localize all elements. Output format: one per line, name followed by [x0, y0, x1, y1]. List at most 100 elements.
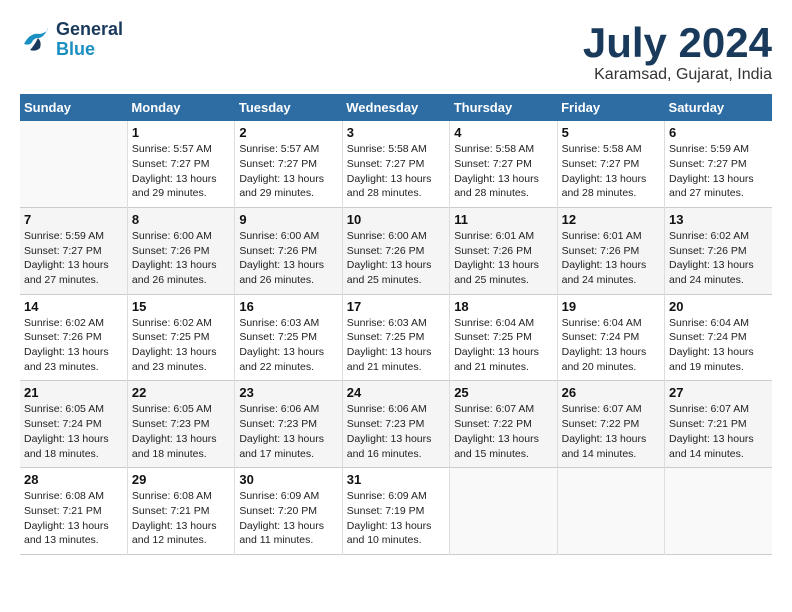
- month-title: July 2024: [583, 20, 772, 66]
- day-number: 14: [24, 299, 123, 314]
- calendar-cell: 28 Sunrise: 6:08 AM Sunset: 7:21 PM Dayli…: [20, 468, 127, 555]
- day-info: Sunrise: 5:58 AM Sunset: 7:27 PM Dayligh…: [347, 142, 445, 201]
- day-info: Sunrise: 6:08 AM Sunset: 7:21 PM Dayligh…: [132, 489, 230, 548]
- calendar-cell: 7 Sunrise: 5:59 AM Sunset: 7:27 PM Daylig…: [20, 207, 127, 294]
- calendar-cell: 2Sunrise: 5:57 AM Sunset: 7:27 PM Daylig…: [235, 121, 342, 207]
- day-number: 26: [562, 385, 660, 400]
- day-number: 28: [24, 472, 123, 487]
- calendar-day-header: Friday: [557, 94, 664, 121]
- day-number: 21: [24, 385, 123, 400]
- day-info: Sunrise: 6:01 AM Sunset: 7:26 PM Dayligh…: [562, 229, 660, 288]
- day-number: 31: [347, 472, 445, 487]
- day-info: Sunrise: 6:01 AM Sunset: 7:26 PM Dayligh…: [454, 229, 552, 288]
- calendar-table: SundayMondayTuesdayWednesdayThursdayFrid…: [20, 94, 772, 555]
- calendar-week-row: 21 Sunrise: 6:05 AM Sunset: 7:24 PM Dayli…: [20, 381, 772, 468]
- day-info: Sunrise: 6:00 AM Sunset: 7:26 PM Dayligh…: [239, 229, 337, 288]
- day-number: 12: [562, 212, 660, 227]
- day-info: Sunrise: 6:06 AM Sunset: 7:23 PM Dayligh…: [347, 402, 445, 461]
- day-number: 16: [239, 299, 337, 314]
- day-number: 23: [239, 385, 337, 400]
- day-info: Sunrise: 6:05 AM Sunset: 7:24 PM Dayligh…: [24, 402, 123, 461]
- day-info: Sunrise: 6:04 AM Sunset: 7:24 PM Dayligh…: [562, 316, 660, 375]
- calendar-week-row: 28 Sunrise: 6:08 AM Sunset: 7:21 PM Dayli…: [20, 468, 772, 555]
- day-number: 19: [562, 299, 660, 314]
- calendar-cell: [20, 121, 127, 207]
- day-info: Sunrise: 6:02 AM Sunset: 7:26 PM Dayligh…: [24, 316, 123, 375]
- calendar-cell: 16Sunrise: 6:03 AM Sunset: 7:25 PM Dayli…: [235, 294, 342, 381]
- calendar-cell: 11 Sunrise: 6:01 AM Sunset: 7:26 PM Dayli…: [450, 207, 557, 294]
- calendar-cell: 13 Sunrise: 6:02 AM Sunset: 7:26 PM Dayli…: [665, 207, 772, 294]
- day-number: 29: [132, 472, 230, 487]
- calendar-day-header: Wednesday: [342, 94, 449, 121]
- calendar-cell: 15 Sunrise: 6:02 AM Sunset: 7:25 PM Dayli…: [127, 294, 234, 381]
- day-number: 6: [669, 125, 768, 140]
- calendar-cell: 10 Sunrise: 6:00 AM Sunset: 7:26 PM Dayli…: [342, 207, 449, 294]
- calendar-header-row: SundayMondayTuesdayWednesdayThursdayFrid…: [20, 94, 772, 121]
- day-number: 7: [24, 212, 123, 227]
- day-info: Sunrise: 6:02 AM Sunset: 7:26 PM Dayligh…: [669, 229, 768, 288]
- calendar-day-header: Monday: [127, 94, 234, 121]
- calendar-cell: 5Sunrise: 5:58 AM Sunset: 7:27 PM Daylig…: [557, 121, 664, 207]
- day-info: Sunrise: 6:09 AM Sunset: 7:19 PM Dayligh…: [347, 489, 445, 548]
- calendar-cell: 29 Sunrise: 6:08 AM Sunset: 7:21 PM Dayli…: [127, 468, 234, 555]
- day-info: Sunrise: 6:06 AM Sunset: 7:23 PM Dayligh…: [239, 402, 337, 461]
- page-header: General Blue July 2024 Karamsad, Gujarat…: [20, 20, 772, 84]
- day-number: 8: [132, 212, 230, 227]
- day-number: 15: [132, 299, 230, 314]
- calendar-cell: 21 Sunrise: 6:05 AM Sunset: 7:24 PM Dayli…: [20, 381, 127, 468]
- calendar-cell: 20 Sunrise: 6:04 AM Sunset: 7:24 PM Dayli…: [665, 294, 772, 381]
- logo-text: General Blue: [56, 20, 123, 60]
- day-info: Sunrise: 6:08 AM Sunset: 7:21 PM Dayligh…: [24, 489, 123, 548]
- day-number: 4: [454, 125, 552, 140]
- logo: General Blue: [20, 20, 123, 60]
- location: Karamsad, Gujarat, India: [583, 66, 772, 84]
- calendar-cell: 30 Sunrise: 6:09 AM Sunset: 7:20 PM Dayli…: [235, 468, 342, 555]
- calendar-cell: [665, 468, 772, 555]
- calendar-week-row: 7 Sunrise: 5:59 AM Sunset: 7:27 PM Daylig…: [20, 207, 772, 294]
- calendar-day-header: Tuesday: [235, 94, 342, 121]
- calendar-cell: 3Sunrise: 5:58 AM Sunset: 7:27 PM Daylig…: [342, 121, 449, 207]
- day-info: Sunrise: 6:07 AM Sunset: 7:22 PM Dayligh…: [454, 402, 552, 461]
- day-number: 22: [132, 385, 230, 400]
- day-info: Sunrise: 6:04 AM Sunset: 7:24 PM Dayligh…: [669, 316, 768, 375]
- day-number: 11: [454, 212, 552, 227]
- calendar-cell: 4Sunrise: 5:58 AM Sunset: 7:27 PM Daylig…: [450, 121, 557, 207]
- calendar-cell: 1 Sunrise: 5:57 AM Sunset: 7:27 PM Daylig…: [127, 121, 234, 207]
- day-info: Sunrise: 6:07 AM Sunset: 7:21 PM Dayligh…: [669, 402, 768, 461]
- calendar-cell: 12 Sunrise: 6:01 AM Sunset: 7:26 PM Dayli…: [557, 207, 664, 294]
- day-number: 10: [347, 212, 445, 227]
- day-number: 5: [562, 125, 660, 140]
- calendar-cell: 8 Sunrise: 6:00 AM Sunset: 7:26 PM Daylig…: [127, 207, 234, 294]
- day-number: 30: [239, 472, 337, 487]
- calendar-day-header: Saturday: [665, 94, 772, 121]
- calendar-cell: 25 Sunrise: 6:07 AM Sunset: 7:22 PM Dayli…: [450, 381, 557, 468]
- day-number: 24: [347, 385, 445, 400]
- calendar-cell: 23 Sunrise: 6:06 AM Sunset: 7:23 PM Dayli…: [235, 381, 342, 468]
- day-info: Sunrise: 5:59 AM Sunset: 7:27 PM Dayligh…: [24, 229, 123, 288]
- day-number: 13: [669, 212, 768, 227]
- day-number: 20: [669, 299, 768, 314]
- day-number: 17: [347, 299, 445, 314]
- day-info: Sunrise: 6:00 AM Sunset: 7:26 PM Dayligh…: [347, 229, 445, 288]
- calendar-day-header: Sunday: [20, 94, 127, 121]
- day-number: 18: [454, 299, 552, 314]
- day-info: Sunrise: 6:09 AM Sunset: 7:20 PM Dayligh…: [239, 489, 337, 548]
- calendar-cell: [557, 468, 664, 555]
- day-number: 1: [132, 125, 230, 140]
- day-number: 9: [239, 212, 337, 227]
- day-info: Sunrise: 5:57 AM Sunset: 7:27 PM Dayligh…: [132, 142, 230, 201]
- calendar-cell: 26 Sunrise: 6:07 AM Sunset: 7:22 PM Dayli…: [557, 381, 664, 468]
- day-number: 2: [239, 125, 337, 140]
- day-info: Sunrise: 6:03 AM Sunset: 7:25 PM Dayligh…: [347, 316, 445, 375]
- title-block: July 2024 Karamsad, Gujarat, India: [583, 20, 772, 84]
- logo-icon: [20, 24, 52, 56]
- calendar-week-row: 1 Sunrise: 5:57 AM Sunset: 7:27 PM Daylig…: [20, 121, 772, 207]
- day-info: Sunrise: 6:02 AM Sunset: 7:25 PM Dayligh…: [132, 316, 230, 375]
- calendar-week-row: 14 Sunrise: 6:02 AM Sunset: 7:26 PM Dayli…: [20, 294, 772, 381]
- calendar-day-header: Thursday: [450, 94, 557, 121]
- calendar-cell: 18Sunrise: 6:04 AM Sunset: 7:25 PM Dayli…: [450, 294, 557, 381]
- day-info: Sunrise: 6:00 AM Sunset: 7:26 PM Dayligh…: [132, 229, 230, 288]
- day-info: Sunrise: 6:07 AM Sunset: 7:22 PM Dayligh…: [562, 402, 660, 461]
- day-number: 25: [454, 385, 552, 400]
- day-info: Sunrise: 5:59 AM Sunset: 7:27 PM Dayligh…: [669, 142, 768, 201]
